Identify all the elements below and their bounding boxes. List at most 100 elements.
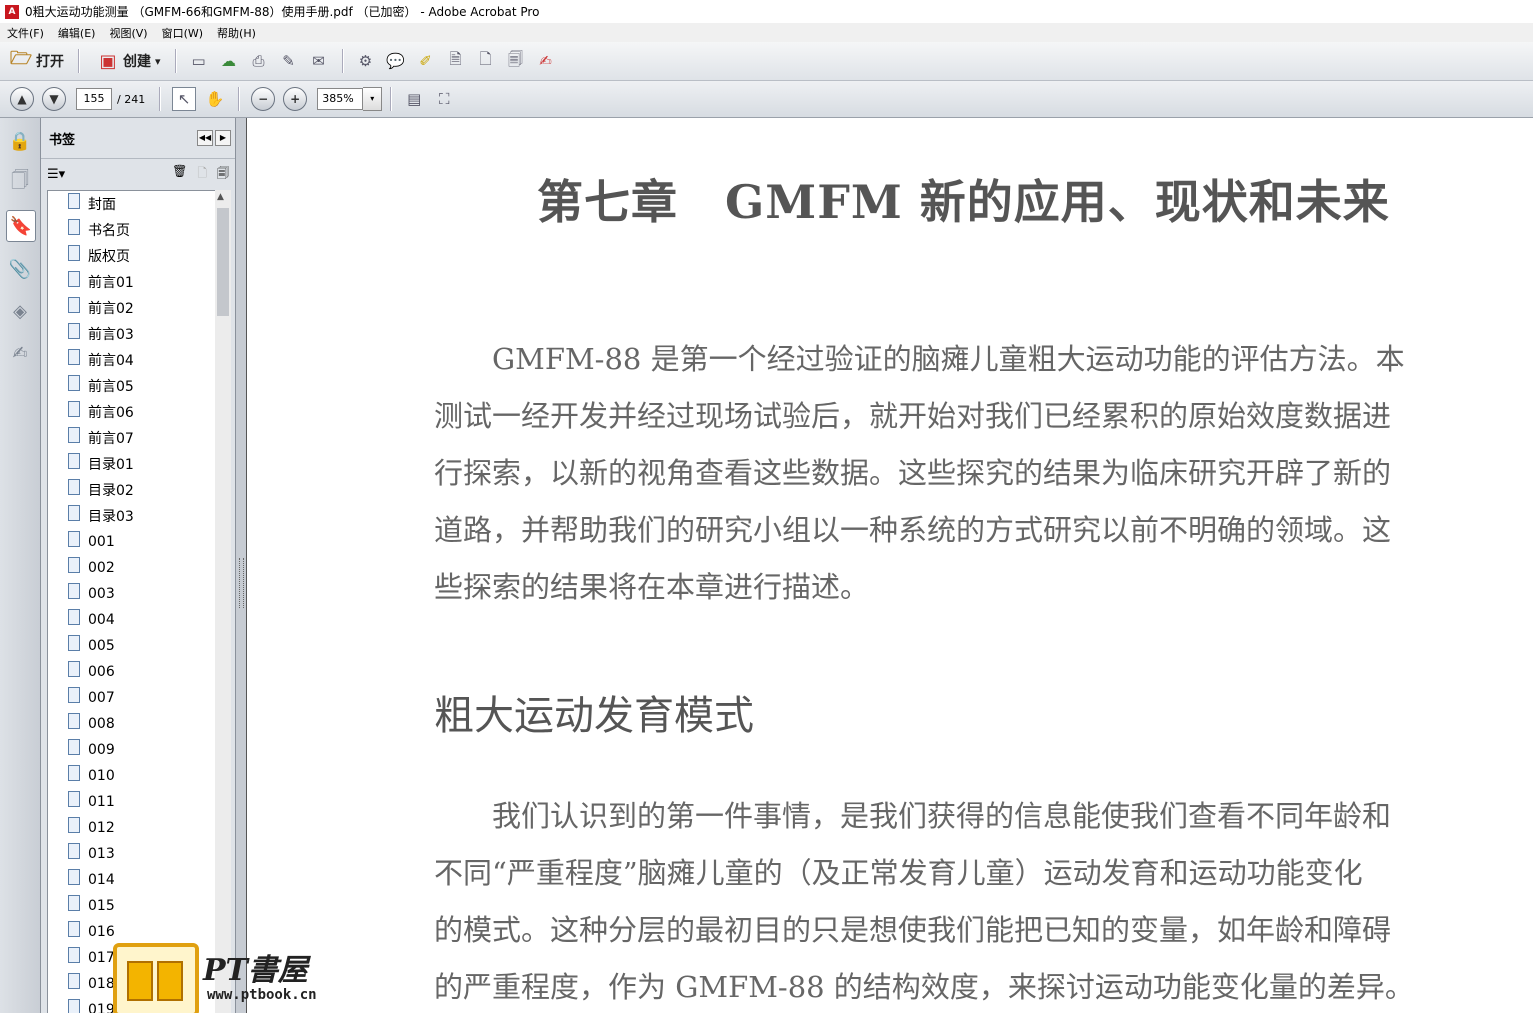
menu-view[interactable]: 视图(V) xyxy=(102,25,154,41)
fit-page-icon[interactable]: ▤ xyxy=(403,88,425,110)
attachments-paperclip-icon[interactable]: 📎 xyxy=(6,254,34,284)
bookmarks-icon[interactable]: 🔖 xyxy=(6,210,36,242)
bookmarks-scrollbar[interactable]: ▲ xyxy=(215,190,231,1013)
save-icon[interactable]: ▭ xyxy=(188,50,210,72)
comment-bubble-icon[interactable]: 💬 xyxy=(385,50,407,72)
menu-window[interactable]: 窗口(W) xyxy=(155,25,210,41)
select-tool-icon[interactable]: ↖ xyxy=(172,87,197,111)
bookmark-icon xyxy=(68,609,80,625)
bookmark-item[interactable]: 001 xyxy=(48,529,215,555)
bookmark-item[interactable]: 前言06 xyxy=(48,399,215,425)
highlight-icon[interactable]: ✐ xyxy=(415,50,437,72)
edit-document-icon[interactable]: ✎ xyxy=(278,50,300,72)
signatures-icon[interactable]: ✍ xyxy=(6,338,34,368)
bookmark-item[interactable]: 010 xyxy=(48,763,215,789)
bookmark-item[interactable]: 书名页 xyxy=(48,217,215,243)
splitter-grip[interactable] xyxy=(239,558,244,608)
bookmark-label: 004 xyxy=(88,612,115,628)
scroll-up-arrow-icon[interactable]: ▲ xyxy=(217,192,224,202)
chapter-title: 第七章 GMFM 新的应用、现状和未来 xyxy=(537,175,1390,229)
bookmark-item[interactable]: 目录03 xyxy=(48,503,215,529)
bookmark-item[interactable]: 前言07 xyxy=(48,425,215,451)
page-number-input[interactable]: 155 xyxy=(76,88,112,110)
menu-edit[interactable]: 编辑(E) xyxy=(51,25,103,41)
bookmark-item[interactable]: 003 xyxy=(48,581,215,607)
previous-page-button[interactable]: ▲ xyxy=(10,87,34,111)
open-label: 打开 xyxy=(36,54,64,70)
new-bookmark-icon[interactable]: 🗋 xyxy=(197,164,207,185)
bookmark-icon xyxy=(68,791,80,807)
bookmark-item[interactable]: 前言03 xyxy=(48,321,215,347)
settings-gear-icon[interactable]: ⚙ xyxy=(355,50,377,72)
menu-help[interactable]: 帮助(H) xyxy=(210,25,263,41)
email-icon[interactable]: ✉ xyxy=(308,50,330,72)
scrollbar-thumb[interactable] xyxy=(217,208,229,316)
bookmark-item[interactable]: 前言02 xyxy=(48,295,215,321)
paragraph-2: 我们认识到的第一件事情，是我们获得的信息能使我们查看不同年龄和 不同“严重程度”脑… xyxy=(434,788,1529,1013)
bookmark-item[interactable]: 015 xyxy=(48,893,215,919)
next-page-button[interactable]: ▼ xyxy=(42,87,66,111)
open-button[interactable]: 🗁 打开 xyxy=(0,47,70,75)
bookmark-item[interactable]: 版权页 xyxy=(48,243,215,269)
upload-cloud-icon[interactable]: ☁ xyxy=(218,50,240,72)
bookmark-item[interactable]: 目录02 xyxy=(48,477,215,503)
hand-tool-icon[interactable]: ✋ xyxy=(204,88,226,110)
bookmark-item[interactable]: 007 xyxy=(48,685,215,711)
full-screen-icon[interactable]: ⛶ xyxy=(433,88,455,110)
bookmark-icon xyxy=(68,973,80,989)
bookmark-icon xyxy=(68,947,80,963)
zoom-in-button[interactable]: + xyxy=(283,87,308,111)
bookmark-item[interactable]: 008 xyxy=(48,711,215,737)
bookmark-label: 003 xyxy=(88,586,115,602)
pages-icon[interactable]: 🗍 xyxy=(6,168,34,198)
lock-icon[interactable]: 🔒 xyxy=(6,126,34,156)
zoom-level-input[interactable]: 385% xyxy=(317,88,364,110)
panel-menu-icon[interactable]: ▶ xyxy=(215,130,231,146)
bookmark-icon xyxy=(68,479,80,495)
bookmark-item[interactable]: 006 xyxy=(48,659,215,685)
bookmarks-header: 书签 ◀◀ ▶ xyxy=(41,118,235,159)
section-title: 粗大运动发育模式 xyxy=(434,693,754,739)
bookmark-label: 005 xyxy=(88,638,115,654)
text-line: 测试一经开发并经过现场试验后，就开始对我们已经累积的原始效度数据进 xyxy=(434,399,1392,433)
bookmark-item[interactable]: 014 xyxy=(48,867,215,893)
bookmark-label: 009 xyxy=(88,742,115,758)
bookmark-item[interactable]: 封面 xyxy=(48,191,215,217)
window-title: 0粗大运动功能测量 （GMFM-66和GMFM-88）使用手册.pdf （已加密… xyxy=(25,5,540,19)
create-button[interactable]: ▣ 创建 ▾ xyxy=(87,47,167,75)
sign-document-icon[interactable]: ✍ xyxy=(535,50,557,72)
bookmark-label: 010 xyxy=(88,768,115,784)
bookmark-label: 008 xyxy=(88,716,115,732)
bookmark-item[interactable]: 011 xyxy=(48,789,215,815)
collapse-panel-icon[interactable]: ◀◀ xyxy=(197,130,213,146)
bookmark-item[interactable]: 前言05 xyxy=(48,373,215,399)
bookmark-item[interactable]: 前言04 xyxy=(48,347,215,373)
bookmark-label: 014 xyxy=(88,872,115,888)
bookmark-item[interactable]: 013 xyxy=(48,841,215,867)
document-view[interactable]: 第七章 GMFM 新的应用、现状和未来 GMFM-88 是第一个经过验证的脑瘫儿… xyxy=(246,118,1533,1013)
bookmark-item[interactable]: 012 xyxy=(48,815,215,841)
bookmark-icon xyxy=(68,843,80,859)
bookmark-item[interactable]: 目录01 xyxy=(48,451,215,477)
bookmark-properties-icon[interactable]: 🗐 xyxy=(217,164,229,185)
bookmark-item[interactable]: 前言01 xyxy=(48,269,215,295)
document-export-icon[interactable]: 🗐 xyxy=(505,50,527,72)
text-line: 的模式。这种分层的最初目的只是想使我们能把已知的变量，如年龄和障碍 xyxy=(434,913,1392,947)
zoom-out-button[interactable]: − xyxy=(251,87,276,111)
bookmark-item[interactable]: 004 xyxy=(48,607,215,633)
zoom-dropdown-button[interactable]: ▾ xyxy=(363,87,383,111)
bookmark-item[interactable]: 009 xyxy=(48,737,215,763)
menu-file[interactable]: 文件(F) xyxy=(0,25,51,41)
panel-controls: ◀◀ ▶ xyxy=(197,130,231,146)
bookmarks-toolbar: ☰▾ 🗑 🗋 🗐 xyxy=(41,159,235,189)
bookmark-options-icon[interactable]: ☰▾ xyxy=(47,167,65,182)
delete-bookmark-icon[interactable]: 🗑 xyxy=(172,164,187,185)
bookmark-label: 001 xyxy=(88,534,115,550)
layers-icon[interactable]: ◈ xyxy=(6,296,34,326)
bookmark-label: 前言02 xyxy=(88,301,134,317)
bookmark-item[interactable]: 002 xyxy=(48,555,215,581)
document-attach-icon[interactable]: 🗋 xyxy=(475,50,497,72)
bookmark-item[interactable]: 005 xyxy=(48,633,215,659)
document-stamp-icon[interactable]: 🗎 xyxy=(445,50,467,72)
print-icon[interactable]: ⎙ xyxy=(248,50,270,72)
